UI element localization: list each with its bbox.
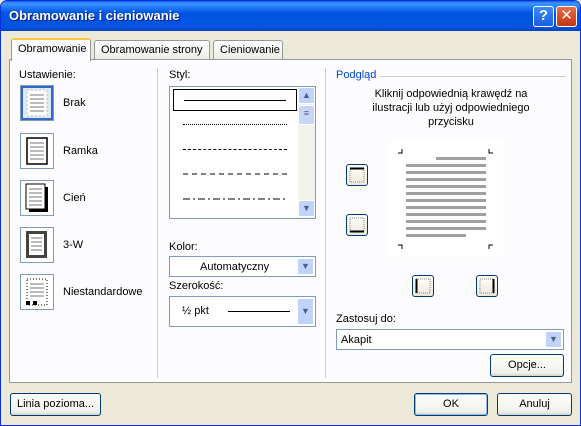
tab-borders-label: Obramowanie — [18, 43, 87, 55]
right-border-button[interactable] — [476, 275, 498, 297]
border-custom-icon — [26, 278, 48, 306]
preview-hint: Kliknij odpowiednią krawędź na ilustracj… — [372, 88, 530, 128]
left-border-icon — [415, 278, 431, 294]
width-sample-line — [228, 311, 290, 312]
apply-to-dropdown[interactable]: Akapit ▼ — [336, 329, 564, 350]
cancel-button[interactable]: Anuluj — [497, 393, 572, 416]
options-button[interactable]: Opcje... — [490, 354, 564, 377]
scroll-down-arrow-icon[interactable]: ▼ — [298, 200, 315, 217]
color-dropdown[interactable]: Automatyczny ▼ — [169, 256, 316, 277]
title-bar: Obramowanie i cieniowanie ? ✕ — [1, 1, 580, 31]
style-list-scrollbar[interactable]: ▲ ≡ ▼ — [298, 87, 315, 218]
setting-header: Ustawienie: — [19, 69, 76, 81]
width-header: Szerokość: — [169, 280, 224, 292]
preview-header: Podgląd — [336, 69, 377, 81]
preview-diagram[interactable] — [388, 141, 503, 257]
apply-to-value: Akapit — [341, 334, 372, 346]
chevron-down-icon[interactable]: ▼ — [545, 331, 562, 348]
top-border-icon — [349, 167, 365, 183]
chevron-down-icon[interactable]: ▼ — [297, 298, 314, 325]
border-none-icon — [26, 89, 48, 117]
chevron-down-icon[interactable]: ▼ — [297, 258, 314, 275]
scroll-up-arrow-icon[interactable]: ▲ — [298, 87, 315, 104]
dialog-window: Obramowanie i cieniowanie ? ✕ Obramowani… — [0, 0, 581, 426]
border-3d-icon — [26, 231, 47, 258]
color-header: Kolor: — [169, 241, 198, 253]
style-option-dash[interactable] — [173, 164, 297, 186]
setting-custom-label: Niestandardowe — [63, 286, 143, 298]
setting-shadow-label: Cień — [63, 192, 86, 204]
width-value: ½ pkt — [182, 305, 209, 317]
style-option-dotted[interactable] — [173, 114, 297, 136]
tab-shading-label: Cieniowanie — [220, 44, 280, 56]
style-option-dash-dot[interactable] — [173, 189, 297, 211]
tab-shading[interactable]: Cieniowanie — [213, 40, 283, 60]
separator — [325, 68, 326, 378]
tab-page-border-label: Obramowanie strony — [101, 44, 203, 56]
preview-page-illustration — [398, 149, 493, 249]
setting-none-label: Brak — [63, 97, 86, 109]
setting-custom-option[interactable] — [20, 274, 54, 310]
tab-borders[interactable]: Obramowanie — [11, 38, 91, 61]
style-header: Styl: — [169, 69, 191, 81]
ok-button[interactable]: OK — [414, 393, 488, 416]
setting-box-option[interactable] — [20, 133, 54, 169]
horizontal-line-button[interactable]: Linia pozioma... — [10, 393, 101, 416]
separator — [157, 68, 158, 378]
apply-to-header: Zastosuj do: — [336, 313, 396, 325]
top-border-button[interactable] — [346, 164, 368, 186]
setting-3d-label: 3-W — [63, 239, 84, 251]
window-title: Obramowanie i cieniowanie — [9, 8, 180, 23]
style-option-solid[interactable] — [173, 89, 297, 111]
style-list[interactable]: ▲ ≡ ▼ — [169, 86, 316, 219]
setting-3d-option[interactable] — [20, 227, 54, 263]
border-shadow-icon — [25, 183, 48, 212]
setting-box-label: Ramka — [63, 145, 98, 157]
style-option-small-dash[interactable] — [173, 139, 297, 161]
left-border-button[interactable] — [412, 275, 434, 297]
setting-shadow-option[interactable] — [20, 180, 54, 216]
help-button[interactable]: ? — [533, 6, 554, 27]
bottom-border-icon — [349, 217, 365, 233]
setting-none-option[interactable] — [20, 85, 54, 121]
preview-header-rule — [380, 76, 566, 77]
bottom-border-button[interactable] — [346, 214, 368, 236]
border-box-icon — [26, 137, 48, 165]
tab-panel: Ustawienie: Brak Ramka Cień 3-W Niestand… — [9, 59, 572, 383]
right-border-icon — [479, 278, 495, 294]
color-value: Automatyczny — [200, 261, 270, 273]
tab-page-border[interactable]: Obramowanie strony — [94, 40, 210, 60]
close-button[interactable]: ✕ — [556, 6, 577, 27]
scroll-thumb[interactable]: ≡ — [298, 105, 315, 125]
width-dropdown[interactable]: ½ pkt ▼ — [169, 296, 316, 327]
